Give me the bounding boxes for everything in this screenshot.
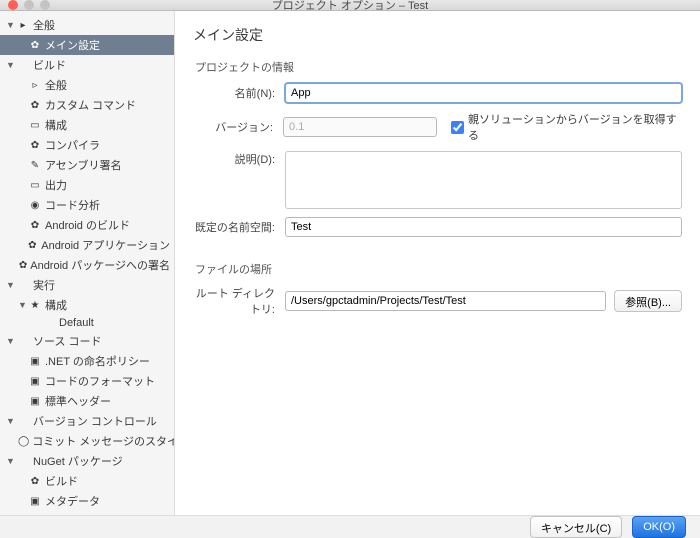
sidebar-item-label: コード分析 xyxy=(45,197,100,213)
tree-icon: ▣ xyxy=(28,376,42,387)
tree-icon: ▭ xyxy=(28,120,42,131)
sidebar-item[interactable]: ◯コミット メッセージのスタイル xyxy=(0,431,174,451)
dialog-footer: キャンセル(C) OK(O) xyxy=(0,515,700,538)
inherit-version-checkbox[interactable] xyxy=(451,121,464,134)
tree-icon: ◉ xyxy=(28,200,42,211)
sidebar-item-label: コードのフォーマット xyxy=(45,373,155,389)
sidebar-item[interactable]: ▼★構成 xyxy=(0,295,174,315)
sidebar-item[interactable]: ✿メイン設定 xyxy=(0,35,174,55)
root-dir-label: ルート ディレクトリ: xyxy=(193,285,285,317)
sidebar-item[interactable]: ▣メタデータ xyxy=(0,491,174,511)
tree-icon: ▣ xyxy=(28,496,42,507)
tree-icon: ▣ xyxy=(28,356,42,367)
sidebar-item-label: 実行 xyxy=(33,277,55,293)
sidebar-item-label: 標準ヘッダー xyxy=(45,393,111,409)
sidebar-item[interactable]: Default xyxy=(0,315,174,331)
name-field[interactable] xyxy=(285,83,682,103)
sidebar-item[interactable]: ▼ ソース コード xyxy=(0,331,174,351)
tree-icon: ✿ xyxy=(19,260,27,271)
sidebar-item-label: Android のビルド xyxy=(45,217,130,233)
sidebar-item[interactable]: ▼ NuGet パッケージ xyxy=(0,451,174,471)
disclosure-icon: ▼ xyxy=(6,336,16,346)
namespace-field[interactable] xyxy=(285,217,682,237)
sidebar-item-label: Default xyxy=(59,317,94,329)
namespace-label: 既定の名前空間: xyxy=(193,219,285,235)
sidebar-item[interactable]: ▹全般 xyxy=(0,75,174,95)
sidebar-item-label: Android パッケージへの署名 xyxy=(30,257,170,273)
tree-icon: ★ xyxy=(28,300,42,311)
sidebar-item-label: ビルド xyxy=(45,473,78,489)
sidebar-item-label: 出力 xyxy=(45,177,67,193)
version-label: バージョン: xyxy=(193,119,283,135)
disclosure-icon: ▼ xyxy=(6,60,16,70)
tree-icon: ▭ xyxy=(28,180,42,191)
sidebar-item[interactable]: ▭出力 xyxy=(0,175,174,195)
sidebar-item-label: バージョン コントロール xyxy=(33,413,157,429)
sidebar-item-label: .NET の命名ポリシー xyxy=(45,353,150,369)
inherit-version-label: 親ソリューションからバージョンを取得する xyxy=(468,111,682,143)
tree-icon: ✿ xyxy=(26,240,38,251)
sidebar-item-label: メタデータ xyxy=(45,493,100,509)
sidebar-item-label: 構成 xyxy=(45,117,67,133)
sidebar-item[interactable]: ✿カスタム コマンド xyxy=(0,95,174,115)
ok-button[interactable]: OK(O) xyxy=(632,516,686,538)
sidebar-item[interactable]: ▼ ビルド xyxy=(0,55,174,75)
tree-icon: ✎ xyxy=(28,160,42,171)
sidebar-item[interactable]: ▼ バージョン コントロール xyxy=(0,411,174,431)
sidebar-item-label: メイン設定 xyxy=(45,37,100,53)
disclosure-icon: ▼ xyxy=(6,416,16,426)
sidebar-item-label: 全般 xyxy=(45,77,67,93)
content-panel: メイン設定 プロジェクトの情報 名前(N): バージョン: 親ソリューションから… xyxy=(175,11,700,515)
version-field xyxy=(283,117,437,137)
sidebar-item-label: Android アプリケーション xyxy=(41,237,170,253)
sidebar-item-label: 全般 xyxy=(33,17,55,33)
description-field[interactable] xyxy=(285,151,682,209)
name-label: 名前(N): xyxy=(193,85,285,101)
disclosure-icon: ▼ xyxy=(18,300,28,310)
sidebar-item[interactable]: ▼▸全般 xyxy=(0,15,174,35)
tree-icon: ▸ xyxy=(16,20,30,31)
sidebar-item-label: アセンブリ署名 xyxy=(45,157,121,173)
sidebar-item-label: コミット メッセージのスタイル xyxy=(32,433,175,449)
sidebar-item[interactable]: ▣標準ヘッダー xyxy=(0,391,174,411)
tree-icon: ✿ xyxy=(28,40,42,51)
tree-icon: ▹ xyxy=(28,80,42,91)
sidebar-item-label: ソース コード xyxy=(33,333,102,349)
sidebar-item[interactable]: ▼ 実行 xyxy=(0,275,174,295)
sidebar-item[interactable]: ✿コンパイラ xyxy=(0,135,174,155)
sidebar-item-label: コンパイラ xyxy=(45,137,100,153)
sidebar-item-label: ビルド xyxy=(33,57,66,73)
sidebar-item[interactable]: ▣.NET の命名ポリシー xyxy=(0,351,174,371)
root-dir-field[interactable] xyxy=(285,291,606,311)
tree-icon: ✿ xyxy=(28,220,42,231)
sidebar-item-label: カスタム コマンド xyxy=(45,97,136,113)
browse-button[interactable]: 参照(B)... xyxy=(614,290,682,312)
disclosure-icon: ▼ xyxy=(6,456,16,466)
window-title: プロジェクト オプション – Test xyxy=(0,0,700,13)
section-project-info: プロジェクトの情報 xyxy=(195,59,682,75)
tree-icon: ✿ xyxy=(28,140,42,151)
titlebar: プロジェクト オプション – Test xyxy=(0,0,700,11)
sidebar-item[interactable]: ✿ビルド xyxy=(0,471,174,491)
sidebar: ▼▸全般✿メイン設定▼ビルド▹全般✿カスタム コマンド▭構成✿コンパイラ✎アセン… xyxy=(0,11,175,515)
section-file-location: ファイルの場所 xyxy=(195,261,682,277)
cancel-button[interactable]: キャンセル(C) xyxy=(530,516,622,538)
sidebar-item[interactable]: ✿Android アプリケーション xyxy=(0,235,174,255)
sidebar-item[interactable]: ▣コードのフォーマット xyxy=(0,371,174,391)
sidebar-item[interactable]: ◉コード分析 xyxy=(0,195,174,215)
sidebar-item[interactable]: ▭構成 xyxy=(0,115,174,135)
tree-icon: ✿ xyxy=(28,100,42,111)
disclosure-icon: ▼ xyxy=(6,280,16,290)
sidebar-item[interactable]: ✎アセンブリ署名 xyxy=(0,155,174,175)
sidebar-item[interactable]: ✿Android パッケージへの署名 xyxy=(0,255,174,275)
page-title: メイン設定 xyxy=(193,25,682,45)
sidebar-item-label: 構成 xyxy=(45,297,67,313)
disclosure-icon: ▼ xyxy=(6,20,16,30)
sidebar-item-label: NuGet パッケージ xyxy=(33,453,123,469)
description-label: 説明(D): xyxy=(193,151,285,167)
tree-icon: ▣ xyxy=(28,396,42,407)
sidebar-item[interactable]: ✿Android のビルド xyxy=(0,215,174,235)
tree-icon: ◯ xyxy=(18,436,29,447)
tree-icon: ✿ xyxy=(28,476,42,487)
